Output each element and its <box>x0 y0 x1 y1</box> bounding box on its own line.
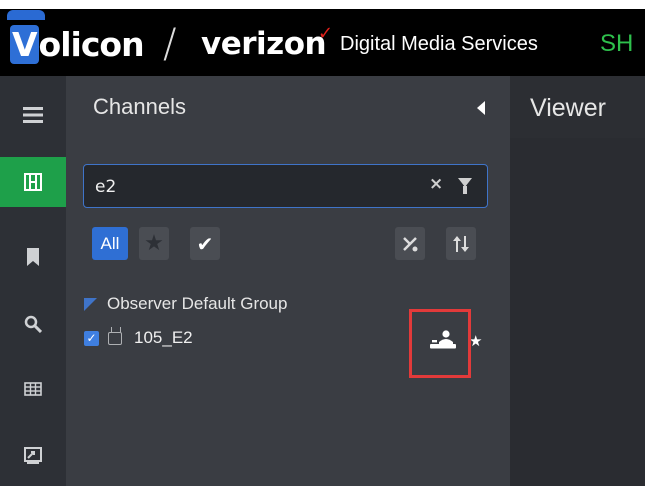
tools-button[interactable] <box>395 227 425 260</box>
verizon-check-mark: ✓ <box>318 23 334 44</box>
filter-favorites-button[interactable]: ★ <box>139 227 169 260</box>
logo-badge <box>7 10 45 20</box>
channel-group[interactable]: Observer Default Group <box>84 294 287 314</box>
group-name: Observer Default Group <box>107 294 288 313</box>
collapse-panel-button[interactable] <box>477 101 485 115</box>
bookmark-icon <box>27 248 39 266</box>
menu-button[interactable] <box>0 90 66 140</box>
channel-owner-button[interactable] <box>428 330 460 354</box>
channels-grid-icon <box>24 173 42 191</box>
left-nav-rail <box>0 76 66 486</box>
service-name: Digital Media Services <box>340 32 538 55</box>
nav-table[interactable] <box>0 364 66 414</box>
nav-search[interactable] <box>0 299 66 349</box>
filter-icon[interactable] <box>458 178 472 194</box>
volicon-logo: Volicon <box>10 24 145 64</box>
volicon-logo-v: V <box>10 24 39 64</box>
viewer-title: Viewer <box>530 94 606 122</box>
channel-row[interactable]: ✓ 105_E2 <box>84 328 193 348</box>
brand-separator: / <box>163 21 177 67</box>
clear-search-icon[interactable]: × <box>429 174 443 194</box>
favorite-star-icon[interactable]: ★ <box>469 332 482 350</box>
sort-arrows-icon <box>453 235 469 252</box>
volicon-logo-text: olicon <box>38 24 145 64</box>
check-icon: ✔ <box>196 231 214 256</box>
channel-search-box: × <box>83 164 488 208</box>
filter-checked-button[interactable]: ✔ <box>190 227 220 260</box>
group-expand-icon[interactable] <box>84 297 97 311</box>
star-icon: ★ <box>144 231 164 256</box>
search-icon <box>24 315 42 333</box>
owner-user-icon <box>430 330 456 349</box>
channels-panel: Channels × All ★ ✔ Observer Default Grou… <box>66 76 510 486</box>
nav-bookmarks[interactable] <box>0 232 66 282</box>
viewer-area <box>510 138 645 486</box>
channel-name: 105_E2 <box>134 328 193 347</box>
top-header: Volicon / verizon ✓ Digital Media Servic… <box>0 9 645 76</box>
menu-icon <box>23 107 43 123</box>
export-icon <box>24 447 42 464</box>
sort-button[interactable] <box>446 227 476 260</box>
viewer-header: Viewer <box>510 76 645 138</box>
panel-title: Channels <box>93 94 186 119</box>
nav-export[interactable] <box>0 431 66 481</box>
nav-channels[interactable] <box>0 157 66 207</box>
verizon-logo: verizon <box>201 26 327 62</box>
tools-icon <box>403 236 418 251</box>
table-icon <box>24 382 42 396</box>
app-name-truncated: SH <box>600 30 634 57</box>
channel-search-input[interactable] <box>93 173 417 201</box>
filter-all-button[interactable]: All <box>92 227 128 260</box>
channel-checkbox[interactable]: ✓ <box>84 330 99 346</box>
tv-icon <box>108 331 122 345</box>
